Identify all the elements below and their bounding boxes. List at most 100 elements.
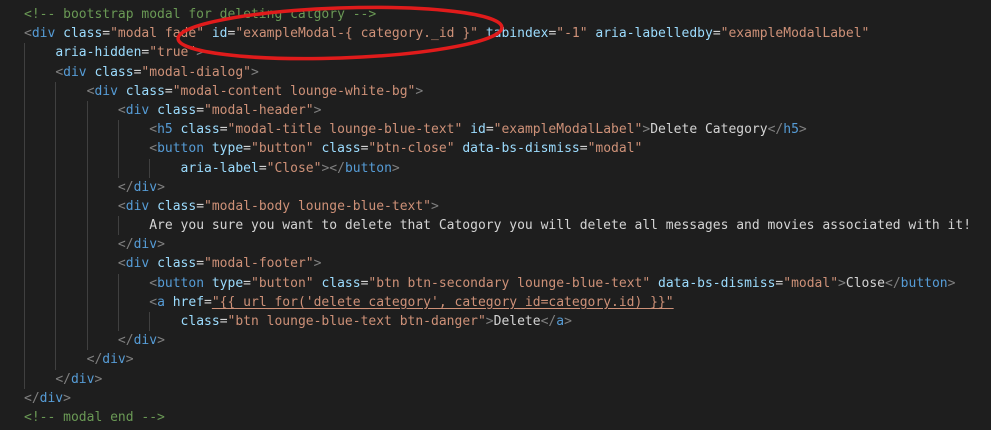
code-token-attr: class [321,141,361,157]
code-line[interactable]: </div> [0,331,991,351]
code-token-tag: h5 [783,122,799,138]
code-line[interactable]: aria-label="Close"></button> [0,158,991,178]
code-token-attr: data-bs-dismiss [658,275,776,291]
code-token-tag: div [70,371,95,387]
code-token-attr: class [180,314,220,329]
code-line[interactable]: Are you sure you want to delete that Cat… [0,216,991,236]
code-token-tag: a [556,314,565,329]
code-line[interactable]: <div class="modal fade" id="exampleModal… [0,24,991,43]
code-line[interactable]: </div> [0,177,991,197]
code-token-str: "btn btn-secondary lounge-blue-text" [368,275,651,291]
code-token-tag: div [39,390,64,406]
code-token-str: "modal-header" [204,102,314,118]
code-line[interactable]: class="btn lounge-blue-text btn-danger">… [0,312,991,332]
code-token-attr: class [157,256,197,272]
code-token-eq: = [258,160,267,176]
code-token-punct: > [642,122,651,138]
code-line[interactable]: </div> [0,369,991,389]
code-token-punct: </ [117,333,134,349]
code-token-punct: </ [540,314,557,329]
code-line[interactable]: </div> [0,350,991,370]
code-token-punct: > [485,314,494,329]
code-token-eq: = [196,102,205,118]
code-token-str: "exampleModal-{ category._id }" [235,26,478,42]
code-token-tag: button [344,160,392,176]
code-token-attr: aria-labelledby [595,26,713,42]
code-token-attr: data-bs-dismiss [462,141,580,157]
code-line[interactable]: aria-hidden="true"> [0,43,991,63]
code-token-attr: aria-hidden [55,45,142,61]
code-token-comment: <!-- modal end --> [24,409,165,425]
code-line[interactable]: <button type="button" class="btn btn-sec… [0,273,991,293]
code-line[interactable]: <div class="modal-body lounge-blue-text"… [0,196,991,217]
code-line[interactable]: <div class="modal-footer"> [0,254,991,274]
code-line[interactable]: </div> [0,389,991,408]
code-line[interactable]: <!-- modal end --> [0,408,991,427]
code-token-attr: class [157,102,197,118]
code-lines[interactable]: <!-- bootstrap modal for deleting catgor… [0,5,991,427]
code-token-str: "modal-footer" [204,256,314,272]
code-line[interactable]: <div class="modal-header"> [0,100,991,121]
code-line[interactable]: <div class="modal-content lounge-white-b… [0,81,991,101]
code-token-str: "Close" [266,160,322,176]
code-token-eq: = [164,83,173,99]
code-token-attr: href [172,294,205,310]
code-token-punct: > [838,275,846,291]
code-token-eq: = [196,256,205,272]
code-token-punct: > [391,160,400,176]
code-token-attr: tabindex [485,26,549,42]
code-token-punct: </ [117,179,134,195]
code-editor[interactable]: <!-- bootstrap modal for deleting catgor… [0,0,991,430]
code-line[interactable]: <div class="modal-dialog"> [0,62,991,82]
code-line[interactable]: <!-- bootstrap modal for deleting catgor… [0,5,991,24]
code-token-tag: button [157,141,205,157]
code-token-tag: div [133,179,158,195]
code-token-tag: div [133,333,158,349]
code-token-punct: < [117,102,126,118]
code-line[interactable]: <button type="button" class="btn-close" … [0,139,991,159]
code-line[interactable]: <h5 class="modal-title lounge-blue-text"… [0,120,991,140]
code-token-attr: aria-label [180,160,259,176]
code-token-punct: > [415,83,424,99]
code-token-punct: < [149,275,158,291]
code-token-attr: class [180,122,220,138]
code-token-comment: <!-- bootstrap modal for deleting catgor… [24,7,377,22]
code-line[interactable]: </div> [0,235,991,255]
code-token-tag: div [94,83,118,99]
code-token-attr: class [94,64,134,80]
code-token-str: "modal" [783,275,839,291]
code-token-punct: > [313,256,322,272]
code-token-punct: </ [117,237,134,253]
code-token-attr: class [321,275,361,291]
code-token-str: "btn-close" [368,141,455,157]
code-token-tag: div [102,352,126,368]
code-line[interactable]: <a href="{{ url_for('delete_category', c… [0,292,991,312]
code-token-punct: > [196,45,205,61]
code-token-tag: div [31,26,56,42]
code-token-punct: </ [55,371,71,387]
code-token-punct: > [125,352,134,368]
code-token-eq: = [243,275,251,291]
code-token-str: "{{ url_for('delete_category', category_… [211,294,674,310]
code-token-punct: > [431,198,439,214]
code-token-eq: = [219,122,228,138]
code-token-punct: > [251,64,259,80]
code-token-str: "modal-content lounge-white-bg" [172,83,416,99]
code-token-tag: h5 [157,122,173,138]
code-token-text: Are you sure you want to delete that Cat… [149,218,972,234]
